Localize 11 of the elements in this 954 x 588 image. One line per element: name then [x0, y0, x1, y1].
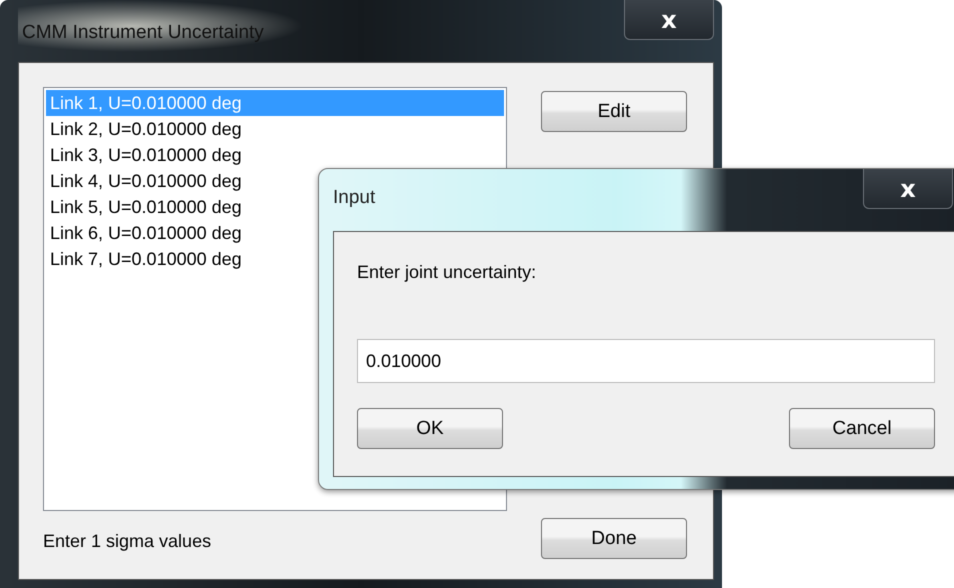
done-button[interactable]: Done — [541, 518, 687, 559]
list-item[interactable]: Link 2, U=0.010000 deg — [46, 116, 504, 142]
edit-button[interactable]: Edit — [541, 91, 687, 132]
status-text: Enter 1 sigma values — [43, 531, 212, 552]
ok-button[interactable]: OK — [357, 408, 503, 449]
close-button[interactable]: x — [863, 169, 953, 209]
close-button[interactable]: x — [624, 0, 714, 40]
dialog-title: Input — [333, 186, 376, 209]
cancel-button[interactable]: Cancel — [789, 408, 935, 449]
list-item[interactable]: Link 3, U=0.010000 deg — [46, 142, 504, 168]
input-field[interactable]: 0.010000 — [357, 339, 935, 383]
